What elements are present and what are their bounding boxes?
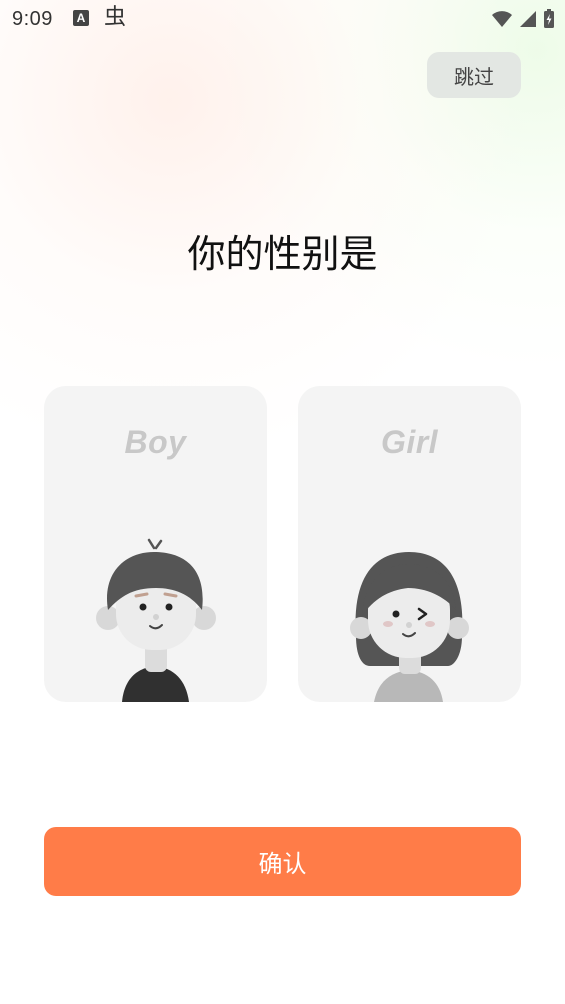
skip-label: 跳过: [454, 66, 494, 89]
app-letter-a-icon: A: [73, 10, 89, 26]
page-title: 你的性别是: [187, 234, 378, 276]
status-icons: [491, 8, 555, 30]
app-bug-text: 虫: [104, 4, 127, 29]
confirm-button[interactable]: 确认: [44, 827, 521, 896]
boy-avatar: [96, 538, 216, 702]
skip-button[interactable]: 跳过: [427, 52, 521, 98]
bug-icon: 虫: [104, 6, 126, 28]
battery-charging-icon: [544, 9, 554, 28]
girl-label: Girl: [380, 424, 439, 460]
girl-option-card[interactable]: Girl: [298, 386, 521, 702]
app-letter-a-text: A: [76, 11, 86, 25]
girl-avatar: [350, 552, 469, 702]
signal-icon: [520, 11, 536, 27]
boy-label: Boy: [124, 424, 187, 460]
wifi-icon: [492, 11, 512, 27]
confirm-label: 确认: [258, 851, 307, 878]
status-time: 9:09: [12, 8, 53, 30]
boy-option-card[interactable]: Boy: [44, 386, 267, 702]
status-bar: 9:09 A 虫: [0, 0, 565, 38]
